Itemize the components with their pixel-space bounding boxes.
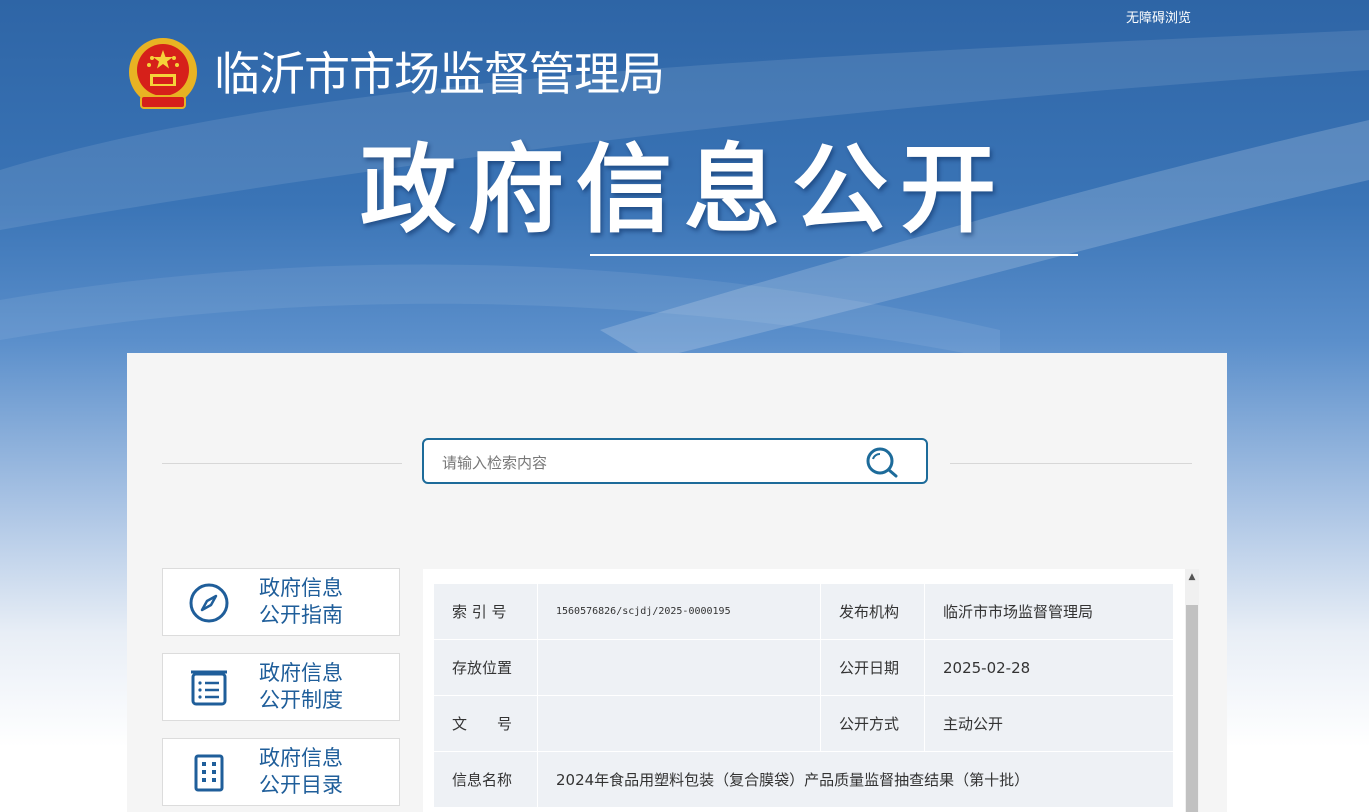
list-document-icon: [191, 670, 227, 706]
nav-system-line1: 政府信息: [259, 661, 343, 685]
location-label: 存放位置: [433, 639, 538, 696]
info-name-label: 信息名称: [433, 751, 538, 808]
table-row: 信息名称 2024年食品用塑料包装（复合膜袋）产品质量监督抽查结果（第十批）: [433, 751, 1174, 808]
publisher-value: 临沂市市场监督管理局: [924, 583, 1174, 640]
table-row: 索 引 号 1560576826/scjdj/2025-0000195 发布机构…: [433, 583, 1174, 640]
nav-system-card[interactable]: 政府信息 公开制度: [162, 653, 400, 721]
nav-catalog-line2: 公开目录: [259, 773, 343, 797]
main-panel: 政府信息 公开指南 政府信息 公开制度 政府信息 公开目录: [127, 353, 1227, 812]
search-divider-right: [950, 463, 1192, 464]
date-value: 2025-02-28: [924, 639, 1174, 696]
search-input[interactable]: [440, 450, 844, 476]
site-title: 临沂市市场监督管理局: [214, 47, 665, 101]
nav-catalog-card[interactable]: 政府信息 公开目录: [162, 738, 400, 806]
nav-system-line2: 公开制度: [259, 688, 343, 712]
scrollbar[interactable]: ▲: [1185, 569, 1199, 812]
nav-system-label: 政府信息 公开制度: [259, 660, 389, 714]
search-divider-left: [162, 463, 402, 464]
nav-guide-line2: 公开指南: [259, 603, 343, 627]
compass-icon: [189, 583, 229, 623]
doc-number-label: 文 号: [433, 695, 538, 752]
table-row: 文 号 公开方式 主动公开: [433, 695, 1174, 752]
info-name-value: 2024年食品用塑料包装（复合膜袋）产品质量监督抽查结果（第十批）: [537, 751, 1174, 808]
info-detail-panel: 索 引 号 1560576826/scjdj/2025-0000195 发布机构…: [423, 569, 1199, 812]
publisher-label: 发布机构: [820, 583, 925, 640]
accessibility-link[interactable]: 无障碍浏览: [1126, 7, 1191, 26]
nav-guide-line1: 政府信息: [259, 576, 343, 600]
scrollbar-thumb[interactable]: [1186, 605, 1198, 812]
hero-underline: [590, 254, 1078, 256]
info-table: 索 引 号 1560576826/scjdj/2025-0000195 发布机构…: [433, 583, 1174, 808]
index-value: 1560576826/scjdj/2025-0000195: [537, 583, 821, 640]
table-row: 存放位置 公开日期 2025-02-28: [433, 639, 1174, 696]
disclosure-mode-value: 主动公开: [924, 695, 1174, 752]
date-label: 公开日期: [820, 639, 925, 696]
search-icon[interactable]: [864, 446, 900, 478]
search-box: [422, 438, 928, 484]
national-emblem-icon: [129, 38, 197, 109]
disclosure-mode-label: 公开方式: [820, 695, 925, 752]
doc-number-value: [537, 695, 821, 752]
scroll-up-arrow-icon[interactable]: ▲: [1185, 569, 1199, 585]
grid-directory-icon: [194, 754, 224, 792]
nav-guide-label: 政府信息 公开指南: [259, 575, 389, 629]
index-label: 索 引 号: [433, 583, 538, 640]
hero-title: 政府信息公开: [360, 134, 1008, 246]
location-value: [537, 639, 821, 696]
nav-guide-card[interactable]: 政府信息 公开指南: [162, 568, 400, 636]
nav-catalog-label: 政府信息 公开目录: [259, 745, 389, 799]
nav-catalog-line1: 政府信息: [259, 746, 343, 770]
